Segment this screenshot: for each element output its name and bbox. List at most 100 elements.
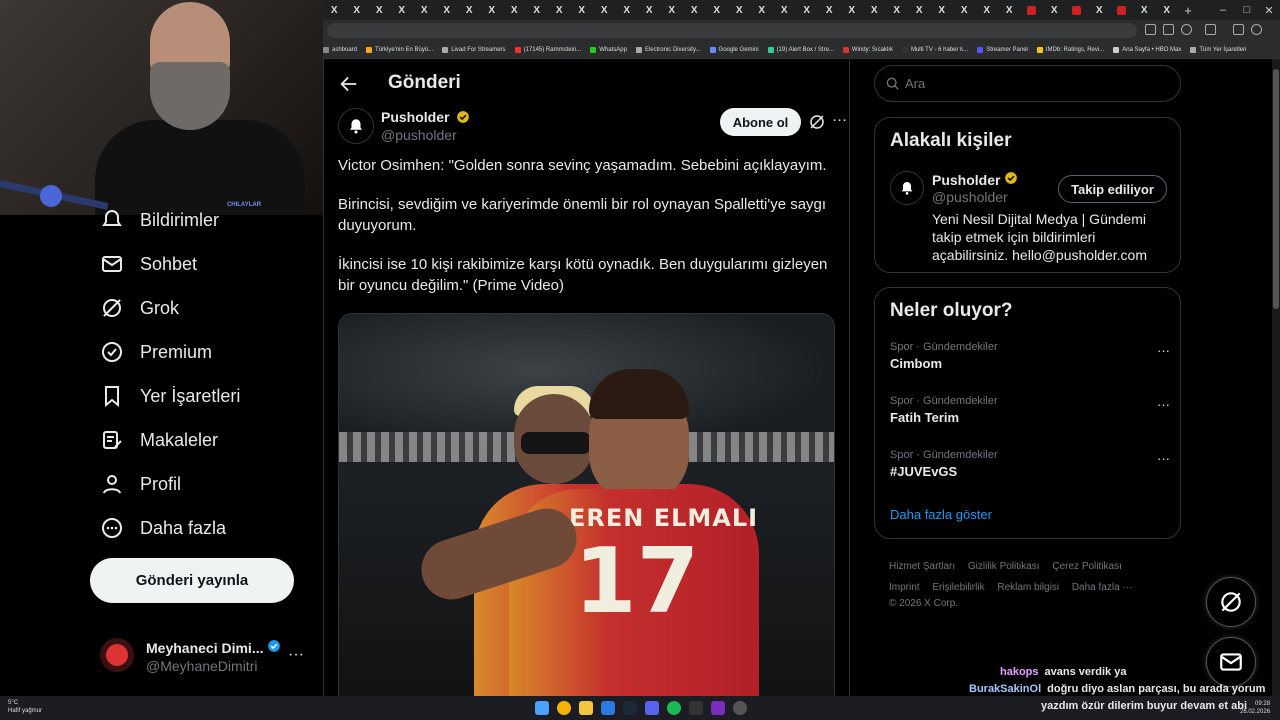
nav-item-grok[interactable]: Grok	[100, 288, 179, 328]
browser-tab[interactable]: X	[1133, 0, 1156, 20]
browser-tab[interactable]: X	[886, 0, 909, 20]
browser-tab[interactable]: X	[616, 0, 639, 20]
profile-icon[interactable]	[1251, 24, 1262, 35]
footer-link[interactable]: Daha fazla ···	[1072, 582, 1133, 593]
bookmark-item[interactable]: (17145) Rammstein...	[514, 46, 581, 53]
browser-tab[interactable]: X	[998, 0, 1021, 20]
bookmark-item[interactable]: WhatsApp	[590, 46, 627, 53]
discord-icon[interactable]	[645, 701, 659, 715]
browser-tab[interactable]: X	[593, 0, 616, 20]
weather-widget[interactable]: 5°C Hafif yağmur	[8, 699, 42, 715]
account-switcher[interactable]: Meyhaneci Dimi... @MeyhaneDimitri ···	[100, 636, 315, 680]
url-field[interactable]	[327, 23, 1137, 38]
browser-tab[interactable]	[1066, 0, 1089, 20]
footer-link[interactable]: Çerez Politikası	[1052, 561, 1121, 572]
maximize-icon[interactable]: □	[1236, 0, 1258, 20]
footer-link[interactable]: Reklam bilgisi	[997, 582, 1059, 593]
author-handle[interactable]: @pusholder	[381, 127, 457, 143]
close-window-icon[interactable]: ✕	[1258, 0, 1280, 20]
browser-tab[interactable]: X	[503, 0, 526, 20]
browser-tab[interactable]: X	[436, 0, 459, 20]
browser-tab[interactable]: X	[976, 0, 999, 20]
trend-more-icon[interactable]: ···	[1157, 451, 1170, 466]
browser-tab[interactable]: X	[953, 0, 976, 20]
nav-item-mail[interactable]: Sohbet	[100, 244, 197, 284]
nav-item-bell[interactable]: Bildirimler	[100, 200, 219, 240]
nav-item-bookmark[interactable]: Yer İşaretleri	[100, 376, 240, 416]
browser-tab[interactable]	[1021, 0, 1044, 20]
browser-tab[interactable]: X	[413, 0, 436, 20]
browser-tab[interactable]: X	[908, 0, 931, 20]
browser-tab[interactable]: X	[1156, 0, 1179, 20]
following-button[interactable]: Takip ediliyor	[1058, 175, 1167, 203]
footer-link[interactable]: Gizlilik Politikası	[968, 561, 1040, 572]
trend-more-icon[interactable]: ···	[1157, 343, 1170, 358]
browser-tab[interactable]: X	[1088, 0, 1111, 20]
related-avatar[interactable]	[890, 171, 924, 205]
bookmark-item[interactable]: Livad For Streamers	[442, 46, 506, 53]
trend-item[interactable]: Spor · Gündemdekiler Cimbom ···	[890, 341, 1170, 371]
bookmark-item[interactable]: Streamer Panel	[977, 46, 1028, 53]
steam-icon[interactable]	[623, 701, 637, 715]
search-box[interactable]: Ara	[874, 65, 1181, 102]
cast-icon[interactable]	[1145, 24, 1156, 35]
browser-tab[interactable]: X	[728, 0, 751, 20]
footer-link[interactable]: Imprint	[889, 582, 920, 593]
nav-item-more-circle[interactable]: Daha fazla	[100, 508, 226, 548]
app-icon[interactable]	[733, 701, 747, 715]
bookmark-item[interactable]: Google Gemini	[709, 46, 759, 53]
subscribe-button[interactable]: Abone ol	[720, 108, 801, 136]
footer-link[interactable]: Hizmet Şartları	[889, 561, 955, 572]
bookmark-item[interactable]: Windy: Sıcaklık	[842, 46, 893, 53]
related-name[interactable]: Pusholder	[932, 171, 1018, 188]
browser-tab[interactable]: X	[773, 0, 796, 20]
browser-tab[interactable]: X	[548, 0, 571, 20]
author-avatar[interactable]	[338, 108, 374, 144]
nav-item-profile[interactable]: Profil	[100, 464, 181, 504]
nav-item-premium[interactable]: Premium	[100, 332, 212, 372]
grok-fab[interactable]	[1206, 577, 1256, 627]
browser-tab[interactable]: X	[683, 0, 706, 20]
bookmark-item[interactable]: Multi TV - 6 haber k...	[901, 46, 968, 53]
related-handle[interactable]: @pusholder	[932, 189, 1008, 205]
browser-tab[interactable]: X	[796, 0, 819, 20]
zoom-icon[interactable]	[1163, 24, 1174, 35]
new-tab-icon[interactable]: +	[1178, 3, 1198, 18]
browser-tab[interactable]: X	[323, 0, 346, 20]
downloads-icon[interactable]	[1233, 24, 1244, 35]
trend-item[interactable]: Spor · Gündemdekiler #JUVEvGS ···	[890, 449, 1170, 479]
chrome-icon[interactable]	[557, 701, 571, 715]
spotify-icon[interactable]	[667, 701, 681, 715]
bookmark-item[interactable]: Tüm Yer İşaretleri	[1190, 46, 1246, 53]
bookmark-item[interactable]: (19) Alert Box / Stre...	[767, 46, 834, 53]
address-bar[interactable]	[323, 20, 1280, 41]
obs-icon[interactable]	[711, 701, 725, 715]
browser-tab[interactable]: X	[818, 0, 841, 20]
epic-icon[interactable]	[689, 701, 703, 715]
extensions-icon[interactable]	[1205, 24, 1216, 35]
post-more-icon[interactable]: ···	[832, 111, 847, 128]
bookmark-item[interactable]: ashboard	[323, 46, 357, 53]
browser-tab[interactable]: X	[481, 0, 504, 20]
browser-tab[interactable]: X	[751, 0, 774, 20]
back-arrow-icon[interactable]	[338, 73, 360, 95]
browser-tab[interactable]: X	[638, 0, 661, 20]
trend-more-icon[interactable]: ···	[1157, 397, 1170, 412]
minimize-icon[interactable]: –	[1212, 0, 1234, 20]
browser-tab[interactable]: X	[526, 0, 549, 20]
bookmark-item[interactable]: Electronic Diversity...	[635, 46, 701, 53]
bookmark-item[interactable]: Türkiye'nin En Büyü...	[366, 46, 433, 53]
browser-tab[interactable]: X	[458, 0, 481, 20]
footer-link[interactable]: Erişilebilirlik	[932, 582, 984, 593]
browser-tab[interactable]: X	[391, 0, 414, 20]
browser-tab[interactable]: X	[571, 0, 594, 20]
start-icon[interactable]	[535, 701, 549, 715]
page-scrollbar[interactable]	[1272, 59, 1280, 696]
browser-tab[interactable]: X	[1043, 0, 1066, 20]
messages-fab[interactable]	[1206, 637, 1256, 687]
post-button[interactable]: Gönderi yayınla	[90, 558, 294, 603]
show-more-link[interactable]: Daha fazla göster	[890, 507, 992, 522]
browser-tab[interactable]: X	[346, 0, 369, 20]
nav-item-article[interactable]: Makaleler	[100, 420, 218, 460]
app-icon[interactable]	[601, 701, 615, 715]
